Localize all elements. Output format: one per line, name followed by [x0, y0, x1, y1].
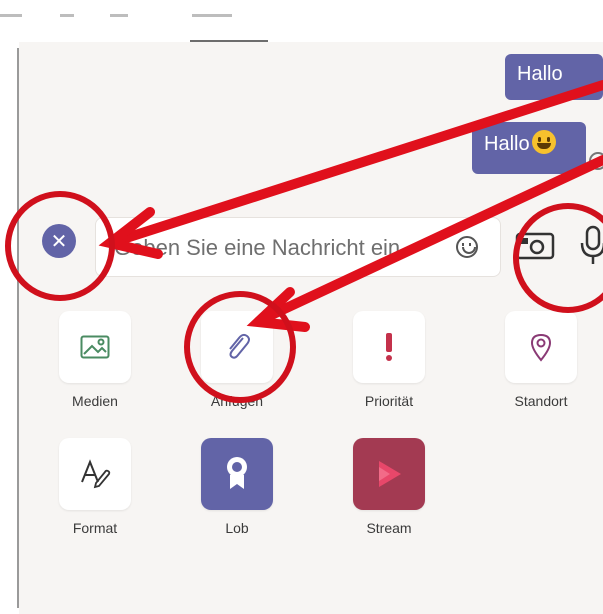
smiley-icon[interactable]	[456, 236, 478, 258]
top-dash	[110, 14, 128, 17]
tray-item-label: Priorität	[364, 393, 414, 409]
tray-item-medien[interactable]: Medien	[45, 311, 145, 411]
top-dash	[192, 14, 232, 17]
tray-item-label: Format	[72, 520, 118, 536]
microphone-icon[interactable]	[579, 224, 603, 266]
format-text-icon	[59, 438, 131, 510]
location-pin-icon	[505, 311, 577, 383]
top-dash	[60, 14, 74, 17]
tray-item-anfugen[interactable]: Anfugen	[187, 311, 287, 411]
stream-play-icon	[353, 438, 425, 510]
message-input-placeholder: Geben Sie eine Nachricht ein	[114, 235, 401, 260]
close-icon[interactable]: ✕	[42, 224, 76, 258]
tray-item-label: Anfugen	[210, 393, 264, 409]
tray-item-stream[interactable]: Stream	[339, 438, 439, 538]
tray-item-label: Standort	[514, 393, 568, 409]
chat-message[interactable]: Hallo	[505, 54, 603, 100]
exclamation-icon	[353, 311, 425, 383]
image-icon	[59, 311, 131, 383]
top-dash	[0, 14, 22, 17]
tray-item-label: Medien	[72, 393, 118, 409]
tray-item-lob[interactable]: Lob	[187, 438, 287, 538]
message-list: Hallo Hallo	[19, 42, 603, 197]
smiling-emoji-icon	[531, 130, 556, 154]
read-receipt-icon	[589, 152, 603, 170]
tray-item-label: Stream	[366, 520, 412, 536]
tray-item-prioritaet[interactable]: Priorität	[339, 311, 439, 411]
camera-icon[interactable]	[515, 231, 555, 261]
teams-chat-window: Hallo Hallo ✕ Geben Sie eine Nachricht e…	[0, 42, 603, 614]
tray-item-standort[interactable]: Standort	[491, 311, 591, 411]
message-text: Hallo	[484, 133, 530, 155]
compose-bar: ✕ Geben Sie eine Nachricht ein	[19, 197, 603, 285]
chat-message[interactable]: Hallo	[472, 122, 586, 174]
praise-badge-icon	[201, 438, 273, 510]
message-input[interactable]: Geben Sie eine Nachricht ein	[95, 217, 501, 277]
compose-extensions-tray: Medien Anfugen Priorität Standort Format…	[19, 285, 603, 614]
top-strip	[0, 0, 603, 42]
tray-item-format[interactable]: Format	[45, 438, 145, 538]
tray-item-label: Lob	[225, 520, 249, 536]
message-text: Hallo	[517, 63, 563, 85]
paperclip-icon	[201, 311, 273, 383]
